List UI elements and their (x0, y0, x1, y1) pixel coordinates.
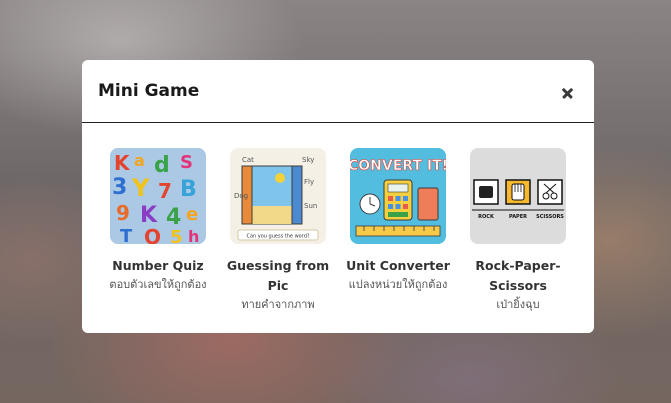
picture-window-icon: Cat Sky Fly Sun Dog Can you guess the wo… (230, 148, 326, 244)
game-title: Number Quiz (112, 258, 204, 273)
svg-text:Sun: Sun (304, 202, 317, 210)
svg-text:T: T (120, 226, 133, 244)
game-subtitle: แปลงหน่วยให้ถูกต้อง (348, 278, 448, 291)
game-title: Rock-Paper-Scissors (475, 258, 561, 293)
game-rock-paper-scissors[interactable]: ROCK PAPER SCISSORS Rock-Paper-Scissors … (458, 148, 578, 313)
svg-text:Dog: Dog (234, 192, 248, 200)
game-subtitle: เป่ายิ้งฉุบ (496, 298, 540, 311)
svg-text:S: S (180, 152, 193, 173)
svg-text:d: d (154, 153, 170, 178)
svg-text:K: K (114, 151, 131, 175)
svg-text:SCISSORS: SCISSORS (536, 214, 564, 220)
svg-text:Fly: Fly (304, 178, 314, 186)
svg-text:a: a (134, 151, 145, 170)
mini-game-modal: Mini Game K a d S 3 Y 7 B 9 K 4 e T O 5 … (82, 60, 594, 333)
calculator-ruler-icon: CONVERT IT! (350, 148, 446, 244)
svg-text:Can you guess the word?: Can you guess the word? (246, 234, 309, 240)
svg-text:9: 9 (116, 201, 130, 225)
game-number-quiz[interactable]: K a d S 3 Y 7 B 9 K 4 e T O 5 h Number Q… (98, 148, 218, 293)
rock-paper-scissors-hands-icon: ROCK PAPER SCISSORS (470, 148, 566, 244)
svg-text:h: h (188, 227, 199, 244)
modal-title: Mini Game (98, 81, 200, 101)
game-unit-converter[interactable]: CONVERT IT! Unit Converter แปลงหน่วยให้ถ… (338, 148, 458, 293)
game-guessing-from-pic[interactable]: Cat Sky Fly Sun Dog Can you guess the wo… (218, 148, 338, 313)
game-title: Unit Converter (346, 258, 450, 273)
colorful-letters-numbers-icon: K a d S 3 Y 7 B 9 K 4 e T O 5 h (110, 148, 206, 244)
svg-text:O: O (144, 225, 161, 244)
game-subtitle: ตอบตัวเลขให้ถูกต้อง (109, 278, 207, 291)
svg-text:Y: Y (131, 174, 150, 202)
svg-text:B: B (180, 177, 197, 202)
svg-text:PAPER: PAPER (509, 214, 527, 220)
svg-text:7: 7 (158, 179, 172, 203)
close-icon[interactable] (558, 83, 578, 103)
svg-text:e: e (186, 204, 198, 225)
svg-text:5: 5 (170, 227, 183, 244)
svg-text:CONVERT IT!: CONVERT IT! (350, 158, 446, 174)
svg-text:ROCK: ROCK (478, 214, 495, 220)
game-title: Guessing from Pic (226, 258, 330, 293)
svg-text:Sky: Sky (302, 156, 314, 164)
modal-header: Mini Game (82, 60, 594, 123)
svg-text:3: 3 (112, 175, 127, 200)
svg-text:Cat: Cat (242, 156, 254, 164)
game-subtitle: ทายคำจากภาพ (241, 298, 315, 311)
